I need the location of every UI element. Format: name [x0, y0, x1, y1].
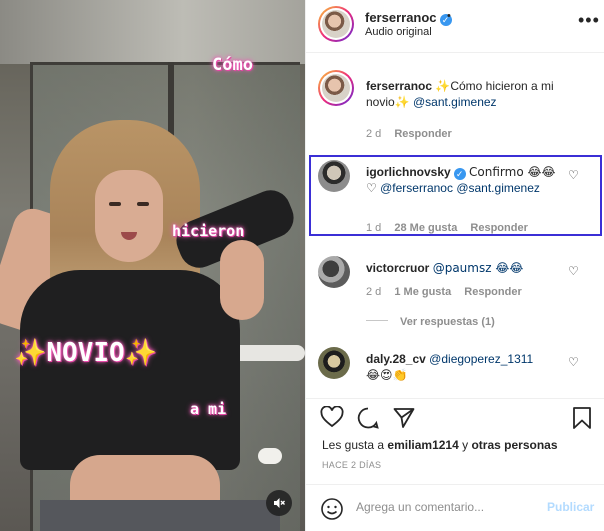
- view-replies[interactable]: Ver respuestas (1): [366, 316, 505, 328]
- comment-text: victorcruor @paumsz 😂😂: [366, 260, 566, 276]
- comment-avatar[interactable]: [318, 347, 350, 379]
- overlay-text-como: Cómo: [212, 55, 253, 75]
- replies-line: [366, 320, 388, 321]
- comment-time[interactable]: 1 d: [366, 222, 381, 234]
- right-eye: [137, 202, 149, 206]
- comment-input[interactable]: Agrega un comentario...: [356, 500, 484, 514]
- post-date[interactable]: HACE 2 DÍAS: [322, 460, 381, 470]
- comment-username[interactable]: daly.28_cv: [366, 352, 426, 366]
- person-pants: [40, 500, 280, 531]
- comment-reply[interactable]: Responder: [464, 286, 521, 298]
- post-side-panel: ferserranoc ✓ • Audio original ••• ferser…: [305, 0, 604, 531]
- author-avatar[interactable]: [318, 6, 354, 42]
- comment-meta: 2 d 1 Me gusta Responder: [366, 286, 532, 298]
- comment-like-heart-icon[interactable]: ♡: [568, 355, 579, 369]
- comment-like-heart-icon[interactable]: ♡: [568, 264, 579, 278]
- post-actions: [306, 398, 604, 438]
- audio-label[interactable]: Audio original: [365, 26, 432, 38]
- view-replies-label[interactable]: Ver respuestas (1): [400, 316, 495, 328]
- mouth: [121, 232, 137, 240]
- author-username[interactable]: ferserranoc ✓: [365, 10, 452, 26]
- overlay-text-a-mi: a mi: [190, 400, 227, 418]
- comment-mentions[interactable]: @ferserranoc @sant.gimenez: [380, 181, 540, 195]
- speaker-muted-icon: [274, 498, 285, 508]
- header-divider: [306, 52, 604, 53]
- person-hand: [220, 240, 264, 320]
- comment-reply[interactable]: Responder: [470, 222, 527, 234]
- comment-time[interactable]: 2 d: [366, 286, 381, 298]
- comment-avatar[interactable]: [318, 160, 350, 192]
- comment-text: daly.28_cv @diegoperez_1311 😂😍👏: [366, 351, 566, 383]
- comment-likes[interactable]: 28 Me gusta: [394, 222, 457, 234]
- comment-username[interactable]: victorcruor: [366, 261, 429, 275]
- overlay-text-hicieron: hicieron: [172, 222, 245, 240]
- video-player[interactable]: Cómo hicieron ✨NOVIO✨ a mi: [0, 0, 305, 531]
- comment-username[interactable]: igorlichnovsky: [366, 165, 451, 179]
- caption-meta: 2 d Responder: [366, 128, 462, 140]
- likes-prefix: Les gusta a: [322, 438, 385, 452]
- caption-username[interactable]: ferserranoc: [366, 79, 432, 93]
- likes-connector: y: [462, 438, 469, 452]
- comment-meta: 1 d 28 Me gusta Responder: [366, 222, 538, 234]
- separator-dot: •: [447, 10, 451, 22]
- toilet-paper: [258, 448, 282, 464]
- comment-mention[interactable]: @diegoperez_1311: [429, 352, 533, 366]
- comment-icon[interactable]: [356, 406, 380, 433]
- caption-mention[interactable]: @sant.gimenez: [413, 95, 497, 109]
- paper-plane-icon[interactable]: [392, 406, 416, 433]
- comment-body: @paumsz 😂😂: [432, 261, 524, 275]
- comment-text: igorlichnovsky ✓ Confirmo 😂😂♡ @ferserrano…: [366, 164, 566, 196]
- publish-button[interactable]: Publicar: [547, 500, 594, 514]
- comment-like-heart-icon[interactable]: ♡: [568, 168, 579, 182]
- mute-button[interactable]: [266, 490, 292, 516]
- likes-user[interactable]: emiliam1214: [387, 438, 458, 452]
- verified-badge-icon: ✓: [453, 168, 466, 180]
- comment-avatar[interactable]: [318, 256, 350, 288]
- smiley-icon[interactable]: [320, 497, 344, 524]
- comment-emojis: 😂😍👏: [366, 368, 408, 382]
- caption-text: ferserranoc ✨Cómo hicieron a mi novio✨ @…: [366, 78, 596, 110]
- person-torso: [20, 270, 240, 470]
- bathroom-wall: [0, 0, 305, 64]
- left-eye: [109, 202, 121, 206]
- likes-others[interactable]: otras personas: [471, 438, 557, 452]
- add-comment-row: Agrega un comentario... Publicar: [306, 484, 604, 531]
- caption-reply[interactable]: Responder: [394, 128, 451, 140]
- bookmark-icon[interactable]: [572, 406, 592, 433]
- caption-time[interactable]: 2 d: [366, 128, 381, 140]
- person-face: [95, 170, 163, 262]
- author-username-text[interactable]: ferserranoc: [365, 10, 437, 25]
- caption-avatar[interactable]: [318, 70, 354, 106]
- more-horizontal-icon[interactable]: •••: [578, 10, 600, 31]
- heart-icon[interactable]: [320, 405, 344, 431]
- overlay-text-novio: ✨NOVIO✨: [14, 338, 158, 368]
- likes-summary: Les gusta a emiliam1214 y otras personas: [322, 438, 558, 452]
- post-header: ferserranoc ✓ • Audio original •••: [306, 0, 604, 52]
- comment-likes[interactable]: 1 Me gusta: [394, 286, 451, 298]
